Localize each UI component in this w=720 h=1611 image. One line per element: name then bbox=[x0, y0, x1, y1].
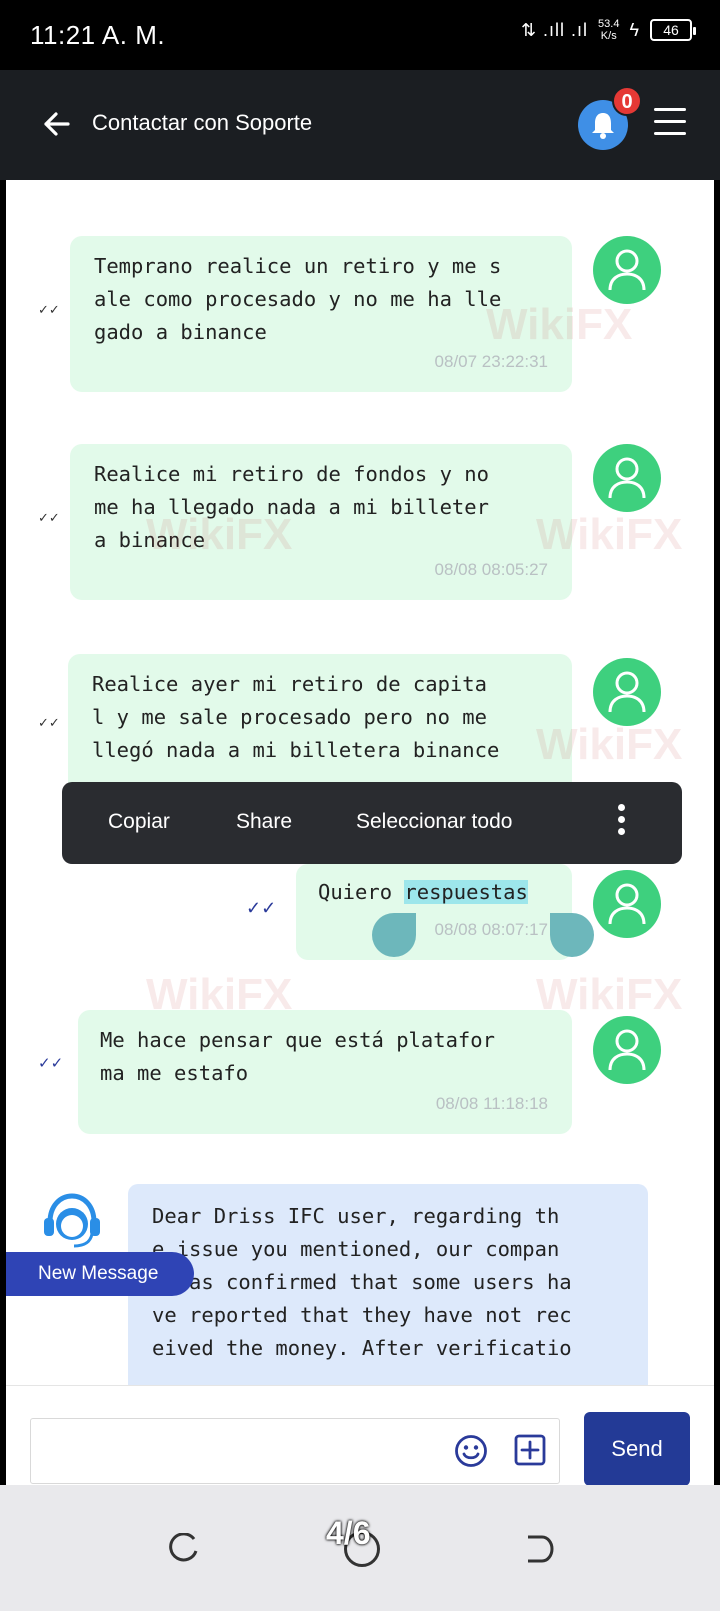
read-check-icon: ✓✓ bbox=[38, 1055, 64, 1072]
person-icon bbox=[608, 1029, 646, 1071]
person-icon bbox=[608, 249, 646, 291]
bell-icon bbox=[592, 113, 614, 139]
new-message-button[interactable]: New Message bbox=[6, 1252, 194, 1296]
selected-text: respuestas bbox=[404, 880, 528, 904]
support-message-text: Dear Driss IFC user, regarding th e issu… bbox=[152, 1204, 572, 1360]
message-composer: Send bbox=[6, 1385, 714, 1486]
sent-check-icon: ✓✓ bbox=[38, 302, 60, 317]
text-selection-menu: Copiar Share Seleccionar todo bbox=[62, 782, 682, 864]
status-time: 11:21 A. M. bbox=[30, 20, 166, 50]
message-text: Quiero respuestas bbox=[318, 880, 528, 904]
status-indicators: ⇅ .ıll .ıl 53.4 K/s ϟ 46 bbox=[520, 18, 696, 42]
send-button[interactable]: Send bbox=[584, 1412, 690, 1486]
status-bar: 11:21 A. M. ⇅ .ıll .ıl 53.4 K/s ϟ 46 bbox=[0, 0, 720, 70]
back-arrow-icon[interactable] bbox=[38, 106, 74, 142]
selection-end-handle[interactable] bbox=[550, 913, 594, 957]
user-avatar bbox=[593, 236, 661, 304]
app-header: Contactar con Soporte 0 bbox=[0, 70, 720, 180]
person-icon bbox=[608, 883, 646, 925]
select-all-button[interactable]: Seleccionar todo bbox=[356, 810, 512, 834]
message-text: Realice ayer mi retiro de capita l y me … bbox=[92, 672, 500, 762]
person-icon bbox=[608, 457, 646, 499]
message-time: 08/07 23:22:31 bbox=[434, 352, 548, 371]
message-time: 08/08 08:07:17 bbox=[434, 920, 548, 939]
user-avatar bbox=[593, 658, 661, 726]
signal-icon: ⇅ .ıll .ıl bbox=[520, 19, 589, 40]
support-agent-icon bbox=[44, 1193, 100, 1248]
user-avatar bbox=[593, 1016, 661, 1084]
support-message-bubble[interactable]: Dear Driss IFC user, regarding th e issu… bbox=[128, 1184, 648, 1385]
person-icon bbox=[608, 671, 646, 713]
share-button[interactable]: Share bbox=[236, 810, 292, 834]
back-nav-icon[interactable] bbox=[522, 1533, 556, 1565]
page-indicator: 4/6 bbox=[326, 1515, 371, 1551]
message-bubble[interactable]: Me hace pensar que está platafor ma me e… bbox=[78, 1010, 572, 1134]
recents-icon[interactable] bbox=[168, 1533, 200, 1565]
system-navigation-bar: 4/6 bbox=[0, 1485, 720, 1611]
message-bubble[interactable]: Quiero respuestas 08/08 08:07:17 bbox=[296, 864, 572, 960]
more-options-icon[interactable] bbox=[618, 804, 628, 840]
user-avatar bbox=[593, 444, 661, 512]
emoji-icon[interactable] bbox=[454, 1434, 488, 1468]
battery-indicator: 46 bbox=[650, 19, 696, 41]
selection-start-handle[interactable] bbox=[372, 913, 416, 957]
sent-check-icon: ✓✓ bbox=[38, 510, 60, 525]
notification-badge: 0 bbox=[612, 86, 642, 116]
message-text: Realice mi retiro de fondos y no me ha l… bbox=[94, 462, 489, 552]
message-time: 08/08 08:05:27 bbox=[434, 560, 548, 579]
copy-button[interactable]: Copiar bbox=[108, 810, 170, 834]
network-speed: 53.4 K/s bbox=[598, 18, 620, 42]
sent-check-icon: ✓✓ bbox=[38, 715, 60, 730]
hamburger-menu-icon[interactable] bbox=[654, 108, 686, 138]
attach-plus-icon[interactable] bbox=[514, 1434, 546, 1466]
message-text: Temprano realice un retiro y me s ale co… bbox=[94, 254, 502, 344]
message-bubble[interactable]: Realice mi retiro de fondos y no me ha l… bbox=[70, 444, 572, 600]
page-title: Contactar con Soporte bbox=[92, 110, 313, 135]
charging-icon: ϟ bbox=[629, 19, 640, 40]
message-bubble[interactable]: Temprano realice un retiro y me s ale co… bbox=[70, 236, 572, 392]
message-time: 08/08 11:18:18 bbox=[435, 1094, 548, 1113]
read-check-icon: ✓✓ bbox=[246, 898, 277, 918]
message-text: Me hace pensar que está platafor ma me e… bbox=[100, 1028, 495, 1085]
user-avatar bbox=[593, 870, 661, 938]
